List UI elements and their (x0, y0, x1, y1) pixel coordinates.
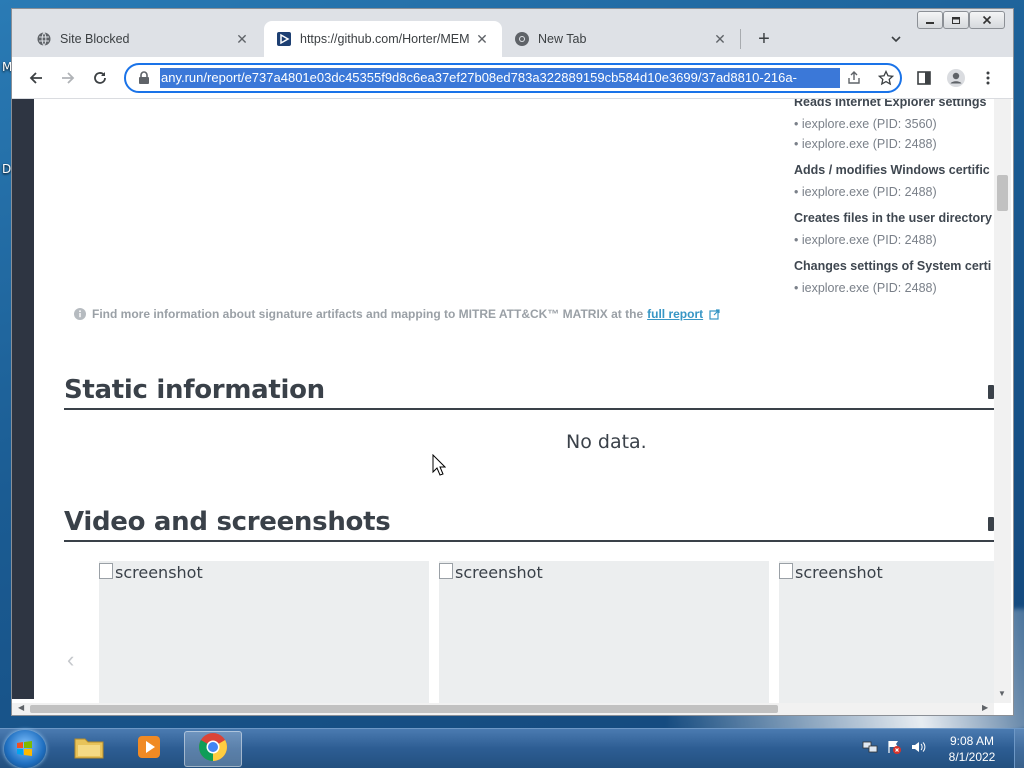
chrome-icon (514, 31, 530, 47)
video-screenshots-title: Video and screenshots (64, 507, 391, 537)
restore-button[interactable] (943, 11, 969, 29)
action-center-icon[interactable] (886, 739, 902, 760)
process-item[interactable]: • iexplore.exe (PID: 2488) (794, 137, 994, 153)
screenshot-alt: screenshot (795, 563, 883, 582)
scrollbar-thumb[interactable] (30, 705, 778, 713)
screenshot-thumbnail[interactable]: screenshot (99, 561, 429, 711)
tab-strip: Site Blocked ✕ https://github.com/Horter… (12, 9, 1013, 57)
scroll-down-icon[interactable]: ▼ (998, 689, 1006, 698)
scroll-right-icon[interactable]: ▶ (982, 703, 988, 712)
side-panel-icon[interactable] (912, 66, 936, 90)
tab-title: New Tab (538, 32, 587, 46)
tab-site-blocked[interactable]: Site Blocked ✕ (24, 21, 262, 57)
start-button[interactable] (4, 730, 46, 768)
broken-image-icon (439, 563, 453, 579)
new-tab-button[interactable]: + (752, 27, 776, 51)
folder-icon (74, 734, 104, 765)
anyrun-icon (276, 31, 292, 47)
process-item[interactable]: • iexplore.exe (PID: 3560) (794, 117, 994, 133)
clock-time: 9:08 AM (949, 734, 995, 748)
info-line: Find more information about signature ar… (74, 307, 720, 321)
toolbar: any.run/report/e737a4801e03dc45355f9d8c6… (12, 57, 1013, 99)
volume-icon[interactable] (910, 739, 926, 760)
clock-date: 8/1/2022 (948, 750, 996, 764)
behavior-heading: Reads Internet Explorer settings (794, 99, 987, 109)
media-player-taskbar-button[interactable] (120, 731, 178, 767)
address-bar[interactable]: any.run/report/e737a4801e03dc45355f9d8c6… (124, 63, 902, 93)
broken-image-icon (99, 563, 113, 579)
screenshot-alt: screenshot (455, 563, 543, 582)
url-text[interactable]: any.run/report/e737a4801e03dc45355f9d8c6… (160, 68, 840, 88)
static-information-title: Static information (64, 375, 325, 405)
tab-separator (740, 29, 741, 49)
behavior-heading: Changes settings of System certi (794, 259, 992, 273)
scroll-left-icon[interactable]: ◀ (18, 703, 24, 712)
screenshot-thumbnail[interactable]: screenshot (779, 561, 994, 711)
reload-button[interactable] (88, 66, 112, 90)
tab-title: Site Blocked (60, 32, 130, 46)
forward-button[interactable] (56, 66, 80, 90)
process-item[interactable]: • iexplore.exe (PID: 2488) (794, 233, 994, 249)
close-window-button[interactable] (969, 11, 1005, 29)
mouse-cursor-icon (432, 453, 447, 481)
carousel-prev-icon[interactable]: ‹ (67, 647, 74, 673)
info-icon (74, 308, 86, 320)
tab-title: https://github.com/Horter/MEM (300, 32, 470, 46)
share-icon[interactable] (846, 70, 862, 91)
taskbar: 9:08 AM 8/1/2022 (0, 728, 1024, 768)
browser-window: Site Blocked ✕ https://github.com/Horter… (11, 8, 1014, 716)
clock[interactable]: 9:08 AM 8/1/2022 (940, 733, 1004, 765)
info-text: Find more information about signature ar… (92, 307, 644, 321)
process-item[interactable]: • iexplore.exe (PID: 2488) (794, 185, 994, 201)
external-link-icon[interactable] (709, 308, 720, 320)
show-desktop-button[interactable] (1014, 729, 1024, 768)
profile-icon[interactable] (944, 66, 968, 90)
vertical-scrollbar[interactable]: ▼ (994, 99, 1011, 703)
scrollbar-thumb[interactable] (997, 175, 1008, 211)
behavior-heading: Adds / modifies Windows certific (794, 163, 990, 177)
globe-icon (36, 31, 52, 47)
process-item[interactable]: • iexplore.exe (PID: 2488) (794, 281, 994, 297)
lock-icon[interactable] (136, 70, 152, 86)
chrome-taskbar-button[interactable] (184, 731, 242, 767)
close-icon[interactable]: ✕ (474, 31, 490, 47)
network-icon[interactable] (862, 739, 878, 760)
chevron-down-icon[interactable] (884, 27, 908, 51)
explorer-taskbar-button[interactable] (60, 731, 118, 767)
media-player-icon (135, 733, 163, 766)
no-data-text: No data. (566, 431, 647, 453)
full-report-link[interactable]: full report (647, 307, 703, 321)
horizontal-scrollbar[interactable]: ◀ ▶ (12, 703, 994, 715)
star-icon[interactable] (877, 69, 895, 91)
system-tray (862, 729, 926, 768)
chrome-icon (198, 732, 228, 767)
section-divider (64, 408, 994, 410)
tab-new-tab[interactable]: New Tab ✕ (502, 21, 740, 57)
close-icon[interactable]: ✕ (234, 31, 250, 47)
page-viewport: Reads Internet Explorer settings • iexpl… (12, 99, 1013, 715)
broken-image-icon (779, 563, 793, 579)
desktop-icon-label[interactable]: D (2, 162, 11, 176)
screenshot-alt: screenshot (115, 563, 203, 582)
sidebar-strip (12, 99, 34, 699)
back-button[interactable] (24, 66, 48, 90)
screenshot-thumbnail[interactable]: screenshot (439, 561, 769, 711)
behavior-heading: Creates files in the user directory (794, 211, 992, 225)
minimize-button[interactable] (917, 11, 943, 29)
behavior-panel: Reads Internet Explorer settings • iexpl… (794, 99, 994, 297)
close-icon[interactable]: ✕ (712, 31, 728, 47)
section-divider (64, 540, 994, 542)
tab-github[interactable]: https://github.com/Horter/MEM ✕ (264, 21, 502, 57)
menu-icon[interactable] (976, 66, 1000, 90)
